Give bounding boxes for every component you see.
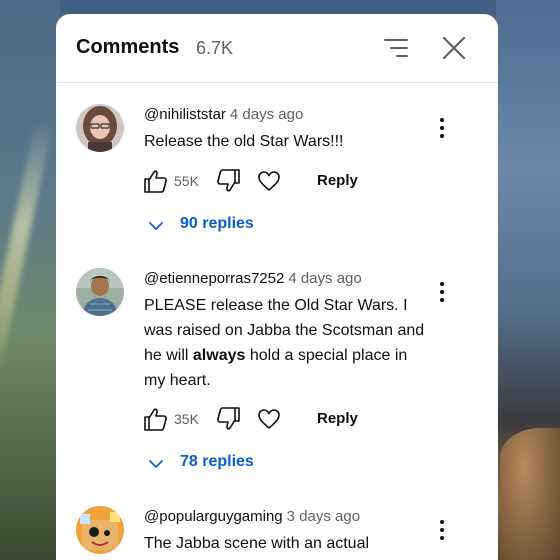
comment-meta: @popularguygaming 3 days ago: [144, 508, 360, 525]
comments-count: 6.7K: [196, 38, 234, 58]
comment-text-bold: always: [192, 347, 246, 364]
comments-title: Comments: [76, 36, 180, 58]
chevron-down-icon: [149, 222, 163, 230]
more-options-button[interactable]: [434, 116, 450, 142]
background-left: [0, 0, 60, 560]
comment-author[interactable]: @popularguygaming: [144, 508, 283, 525]
comment-meta: @etienneporras7252 4 days ago: [144, 270, 362, 287]
like-icon[interactable]: [142, 168, 168, 194]
comment-actions: 35K Reply: [142, 406, 422, 434]
comment-author[interactable]: @etienneporras7252: [144, 270, 284, 287]
comment-text: Release the old Star Wars!!!: [144, 133, 344, 150]
comments-panel: Comments 6.7K @nihiliststar 4 days ago R…: [56, 14, 498, 560]
comment-text: PLEASE release the Old Star Wars. I was …: [144, 293, 430, 393]
close-button[interactable]: [442, 36, 466, 60]
like-icon[interactable]: [142, 406, 168, 432]
like-count: 55K: [174, 173, 199, 189]
dislike-icon[interactable]: [216, 406, 242, 432]
replies-toggle[interactable]: 78 replies: [148, 452, 348, 476]
more-options-button[interactable]: [434, 280, 450, 306]
replies-toggle[interactable]: 90 replies: [148, 214, 348, 238]
avatar[interactable]: [76, 268, 124, 316]
sort-icon-line-1: [384, 39, 408, 41]
avatar[interactable]: [76, 104, 124, 152]
reply-button[interactable]: Reply: [317, 172, 358, 189]
comment-time[interactable]: 4 days ago: [288, 270, 361, 287]
comment-author[interactable]: @nihiliststar: [144, 106, 226, 123]
comment-actions: 55K Reply: [142, 168, 422, 196]
reply-button[interactable]: Reply: [317, 410, 358, 427]
heart-icon[interactable]: [256, 168, 282, 194]
heart-icon[interactable]: [256, 406, 282, 432]
sort-button[interactable]: [382, 36, 408, 60]
like-count: 35K: [174, 411, 199, 427]
comments-header: Comments 6.7K: [56, 14, 498, 83]
replies-label: 78 replies: [180, 453, 254, 470]
sort-icon-line-2: [390, 47, 408, 49]
close-icon: [442, 36, 466, 60]
comment-text: The Jabba scene with an actual: [144, 535, 370, 552]
replies-label: 90 replies: [180, 215, 254, 232]
sort-icon-line-3: [396, 55, 408, 57]
more-options-button[interactable]: [434, 518, 450, 544]
comment-time[interactable]: 4 days ago: [230, 106, 303, 123]
avatar[interactable]: [76, 506, 124, 554]
dislike-icon[interactable]: [216, 168, 242, 194]
comment-meta: @nihiliststar 4 days ago: [144, 106, 303, 123]
chevron-down-icon: [149, 460, 163, 468]
comment-time[interactable]: 3 days ago: [287, 508, 360, 525]
background-rock: [500, 428, 560, 560]
